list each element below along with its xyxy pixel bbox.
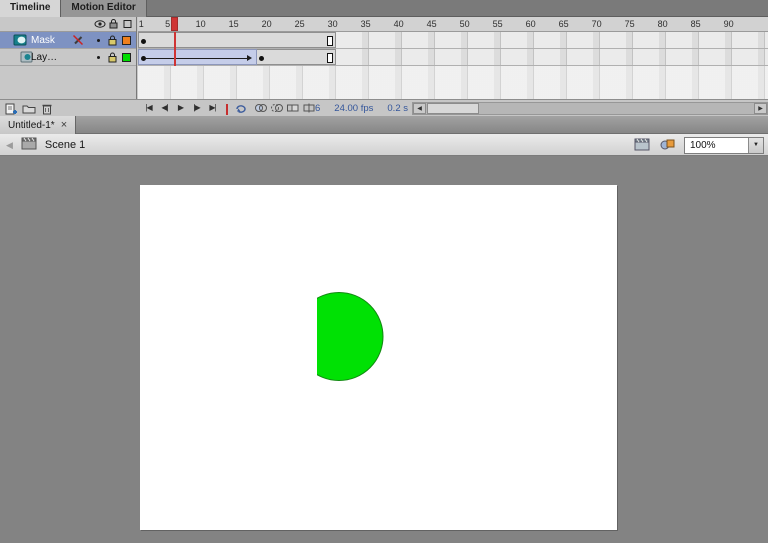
scroll-left-arrow[interactable]: ◀ [413,103,426,114]
ruler-number: 90 [724,19,734,29]
ruler-number: 40 [394,19,404,29]
document-tab[interactable]: Untitled-1* × [0,116,76,134]
frame-rate-value[interactable]: 24.00 fps [334,103,373,114]
frame-ruler[interactable]: 151015202530354045505560657075808590 [138,17,768,32]
play-button[interactable]: ▶ [174,102,187,114]
ruler-number: 60 [526,19,536,29]
loop-playback-button[interactable] [234,102,248,117]
close-icon[interactable]: × [61,120,67,130]
step-forward-button[interactable]: |▶ [190,102,203,114]
document-title: Untitled-1* [8,120,55,131]
mask-layer-icon [13,34,27,49]
tab-timeline[interactable]: Timeline [0,0,61,17]
green-masked-circle-shape[interactable] [317,291,384,382]
layer-row-layer1[interactable]: Lay… [0,49,136,66]
ruler-number: 45 [427,19,437,29]
ruler-number: 15 [229,19,239,29]
layer-outline-color-swatch[interactable] [122,53,131,62]
zoom-value[interactable]: 100% [690,140,716,151]
playhead[interactable] [171,17,178,31]
flash-application-window: Timeline Motion Editor [0,0,768,543]
layer-outline-color-swatch[interactable] [122,36,131,45]
ruler-number: 50 [460,19,470,29]
layer-name[interactable]: Lay… [31,52,57,63]
frame-span[interactable] [138,32,336,48]
mask-layer-frames[interactable] [138,32,768,49]
onion-skin-button[interactable] [254,102,268,117]
edit-bar: ◀ Scene 1 100% ▼ [0,134,768,156]
scroll-right-arrow[interactable]: ▶ [754,103,767,114]
edit-scene-button[interactable] [634,137,651,154]
pencil-slash-icon [72,34,84,49]
ruler-number: 5 [165,19,170,29]
zoom-combobox[interactable]: 100% ▼ [684,137,764,154]
ruler-number: 10 [196,19,206,29]
ruler-number: 25 [295,19,305,29]
frame-span[interactable] [257,49,336,65]
outline-all-layers-icon[interactable] [123,19,132,32]
end-frame-marker [327,53,333,63]
modify-onion-markers-button[interactable] [302,102,316,117]
ruler-number: 70 [592,19,602,29]
scene-breadcrumb: Scene 1 [45,139,85,151]
chevron-down-icon[interactable]: ▼ [748,138,763,153]
ruler-number: 35 [361,19,371,29]
ruler-number: 55 [493,19,503,29]
playhead-line[interactable] [174,32,176,66]
center-frame-button[interactable] [226,104,228,115]
layer-name[interactable]: Mask [31,35,55,46]
onion-skin-outlines-button[interactable] [270,102,284,117]
layer-row-mask[interactable]: Mask [0,32,136,49]
ruler-number: 75 [625,19,635,29]
panel-tab-bar: Timeline Motion Editor [0,0,768,17]
layers-header [0,17,136,32]
edit-multiple-frames-button[interactable] [286,102,300,117]
end-frame-marker [327,36,333,46]
back-button[interactable]: ◀ [6,140,13,151]
ruler-number: 1 [139,19,144,29]
layers-column: Mask Lay… [0,17,137,99]
frames-grid-empty [138,66,768,99]
lock-all-layers-icon[interactable] [109,19,118,32]
layer-lock-icon[interactable] [108,35,117,49]
elapsed-time-value: 0.2 s [387,103,408,114]
document-tab-bar: Untitled-1* × [0,116,768,134]
show-hide-all-layers-icon[interactable] [94,19,106,32]
pasteboard[interactable] [0,156,768,543]
ruler-number: 80 [658,19,668,29]
go-to-last-frame-button[interactable]: ▶| [206,102,219,114]
tween-arrow-line [146,58,247,59]
tween-arrowhead-icon [247,55,252,61]
tab-motion-editor[interactable]: Motion Editor [61,0,146,17]
layer-lock-icon[interactable] [108,52,117,66]
layer-visibility-dot[interactable] [97,56,100,59]
ruler-number: 30 [328,19,338,29]
step-back-button[interactable]: ◀| [158,102,171,114]
layer-visibility-dot[interactable] [97,39,100,42]
timeline-panel: Mask Lay… [0,17,768,99]
clapperboard-icon [21,137,37,153]
keyframe-dot[interactable] [141,39,146,44]
go-to-first-frame-button[interactable]: |◀ [142,102,155,114]
scrollbar-thumb[interactable] [427,103,479,114]
ruler-number: 65 [559,19,569,29]
ruler-number: 85 [691,19,701,29]
edit-symbols-button[interactable] [659,137,676,154]
frames-column: 151015202530354045505560657075808590 [138,17,768,99]
timeline-horizontal-scrollbar[interactable]: ◀ ▶ [412,102,768,115]
timeline-footer: |◀ ◀| ▶ |▶ ▶| 6 [0,99,768,116]
motion-tween-span[interactable] [138,49,257,65]
current-frame-value[interactable]: 6 [315,103,320,114]
stage-canvas[interactable] [140,185,617,530]
ruler-number: 20 [262,19,272,29]
keyframe-dot[interactable] [259,56,264,61]
masked-layer-frames[interactable] [138,49,768,66]
